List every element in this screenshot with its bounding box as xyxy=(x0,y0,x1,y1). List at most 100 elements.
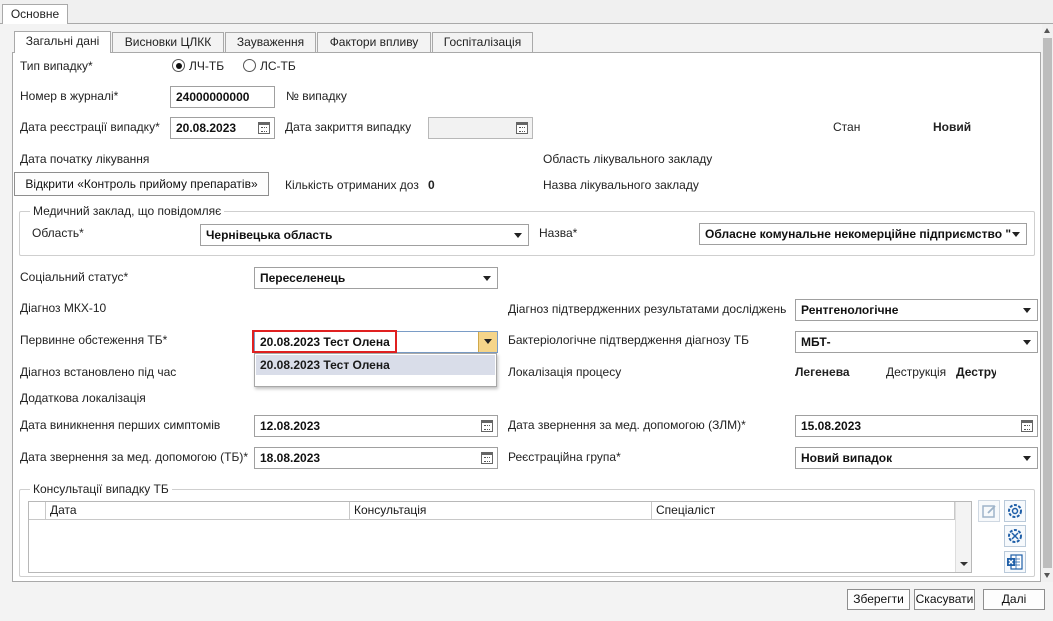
tab-remarks[interactable]: Зауваження xyxy=(225,32,316,52)
reg-group-select[interactable]: Новий випадок xyxy=(795,447,1038,469)
diagnosis-confirmed-label: Діагноз підтвердженних результатами досл… xyxy=(508,302,787,316)
close-date-label: Дата закриття випадку xyxy=(285,120,412,134)
facility-name-label: Назва лікувального закладу xyxy=(543,178,699,192)
zlm-date-label: Дата звернення за мед. допомогою (ЗЛМ)* xyxy=(508,418,746,432)
grid-scroll-down-icon[interactable] xyxy=(960,562,968,566)
doses-label: Кількість отриманих доз xyxy=(285,178,419,192)
facility-region-label: Область лікувального закладу xyxy=(543,152,713,166)
doses-value: 0 xyxy=(428,178,435,192)
reg-date-input[interactable]: 20.08.2023 xyxy=(170,117,275,139)
reporting-region-select[interactable]: Чернівецька область xyxy=(200,224,529,246)
reporting-region-label: Область* xyxy=(32,226,84,240)
tab-general[interactable]: Загальні дані xyxy=(14,31,111,53)
close-date-input[interactable] xyxy=(428,117,533,139)
primary-exam-dropdown-button[interactable] xyxy=(478,332,497,352)
chevron-down-icon xyxy=(484,339,492,344)
bacterio-label: Бактеріологічне підтвердження діагнозу Т… xyxy=(508,333,750,347)
status-label: Стан xyxy=(833,120,861,134)
add-consultation-button[interactable] xyxy=(1004,500,1026,522)
primary-exam-label: Первинне обстеження ТБ* xyxy=(20,333,168,347)
primary-exam-dropdown-list: 20.08.2023 Тест Олена xyxy=(254,353,497,387)
tb-date-input[interactable]: 18.08.2023 xyxy=(254,447,498,469)
case-type-lch-label[interactable]: ЛЧ-ТБ xyxy=(189,59,224,73)
status-value: Новий xyxy=(933,120,972,134)
destruction-label: Деструкція xyxy=(886,365,947,379)
column-header-consultation[interactable]: Консультація xyxy=(350,502,652,520)
reg-group-value: Новий випадок xyxy=(801,451,893,465)
gear-add-icon xyxy=(1008,504,1022,518)
chevron-down-icon[interactable] xyxy=(483,276,491,281)
reg-date-label: Дата реєстрації випадку* xyxy=(20,120,160,134)
edit-consultation-button[interactable] xyxy=(978,500,1000,522)
calendar-icon[interactable] xyxy=(1021,420,1033,432)
chevron-down-icon[interactable] xyxy=(1023,340,1031,345)
calendar-icon[interactable] xyxy=(481,452,493,464)
tab-hospital[interactable]: Госпіталізація xyxy=(432,32,533,52)
tab-clkk[interactable]: Висновки ЦЛКК xyxy=(112,32,224,52)
case-type-label: Тип випадку* xyxy=(20,59,93,73)
calendar-icon[interactable] xyxy=(258,122,270,134)
reporting-name-label: Назва* xyxy=(539,226,578,240)
journal-number-input[interactable]: 24000000000 xyxy=(170,86,275,108)
case-type-ls-radio[interactable] xyxy=(243,59,256,72)
chevron-down-icon[interactable] xyxy=(1023,308,1031,313)
case-type-ls-label[interactable]: ЛС-ТБ xyxy=(260,59,296,73)
scroll-up-icon[interactable] xyxy=(1044,28,1050,33)
chevron-down-icon[interactable] xyxy=(514,233,522,238)
first-symptoms-label: Дата виникнення перших симптомів xyxy=(20,418,221,432)
column-header-specialist[interactable]: Спеціаліст xyxy=(652,502,955,520)
reg-date-value: 20.08.2023 xyxy=(176,121,237,135)
primary-exam-highlight xyxy=(252,330,397,353)
tab-main[interactable]: Основне xyxy=(2,4,68,24)
consultations-title: Консультації випадку ТБ xyxy=(30,482,172,496)
vertical-scrollbar[interactable] xyxy=(1042,24,1053,582)
social-status-label: Соціальний статус* xyxy=(20,270,129,284)
social-status-select[interactable]: Переселенець xyxy=(254,267,498,289)
column-header-date[interactable]: Дата xyxy=(46,502,350,520)
destruction-value: Деструкція xyxy=(956,365,996,379)
zlm-date-value: 15.08.2023 xyxy=(801,419,862,433)
reporting-name-value: Обласне комунальне некомерційне підприєм… xyxy=(705,227,1012,241)
open-control-button[interactable]: Відкрити «Контроль прийому препаратів» xyxy=(14,172,269,196)
tb-date-value: 18.08.2023 xyxy=(260,451,321,465)
scroll-down-icon[interactable] xyxy=(1044,573,1050,578)
cancel-button[interactable]: Скасувати xyxy=(914,589,975,610)
excel-icon xyxy=(1007,554,1023,570)
chevron-down-icon[interactable] xyxy=(1012,232,1020,237)
export-excel-button[interactable] xyxy=(1004,551,1026,573)
icd10-label: Діагноз МКХ-10 xyxy=(20,301,107,315)
grid-row-header xyxy=(29,502,46,520)
edit-icon xyxy=(982,505,996,518)
reporting-facility-title: Медичний заклад, що повідомляє xyxy=(30,204,225,218)
diagnosis-confirmed-select[interactable]: Рентгенологічне xyxy=(795,299,1038,321)
reporting-name-select[interactable]: Обласне комунальне некомерційне підприєм… xyxy=(699,223,1027,245)
delete-consultation-button[interactable] xyxy=(1004,525,1026,547)
reporting-region-value: Чернівецька область xyxy=(206,228,333,242)
gear-remove-icon xyxy=(1008,529,1022,543)
consultations-grid: Дата Консультація Спеціаліст xyxy=(28,501,972,573)
chevron-down-icon[interactable] xyxy=(1023,456,1031,461)
first-symptoms-value: 12.08.2023 xyxy=(260,419,321,433)
bacterio-value: МБТ- xyxy=(801,335,831,349)
primary-exam-option[interactable]: 20.08.2023 Тест Олена xyxy=(256,355,495,375)
case-type-lch-radio[interactable] xyxy=(172,59,185,72)
localization-label: Локалізація процесу xyxy=(508,365,622,379)
calendar-icon[interactable] xyxy=(516,122,528,134)
grid-scrollbar[interactable] xyxy=(955,502,971,572)
case-number-label: № випадку xyxy=(286,89,347,103)
diag-during-label: Діагноз встановлено під час xyxy=(20,365,177,379)
journal-number-label: Номер в журналі* xyxy=(20,89,119,103)
reg-group-label: Реєстраційна група* xyxy=(508,450,621,464)
calendar-icon[interactable] xyxy=(481,420,493,432)
scroll-thumb[interactable] xyxy=(1043,38,1052,568)
social-status-value: Переселенець xyxy=(260,271,346,285)
next-button[interactable]: Далі xyxy=(983,589,1045,610)
zlm-date-input[interactable]: 15.08.2023 xyxy=(795,415,1038,437)
bacterio-select[interactable]: МБТ- xyxy=(795,331,1038,353)
localization-value: Легенева xyxy=(795,365,850,379)
extra-localization-label: Додаткова локалізація xyxy=(20,391,146,405)
tab-factors[interactable]: Фактори впливу xyxy=(317,32,431,52)
diagnosis-confirmed-value: Рентгенологічне xyxy=(801,303,899,317)
first-symptoms-input[interactable]: 12.08.2023 xyxy=(254,415,498,437)
save-button[interactable]: Зберегти xyxy=(847,589,910,610)
